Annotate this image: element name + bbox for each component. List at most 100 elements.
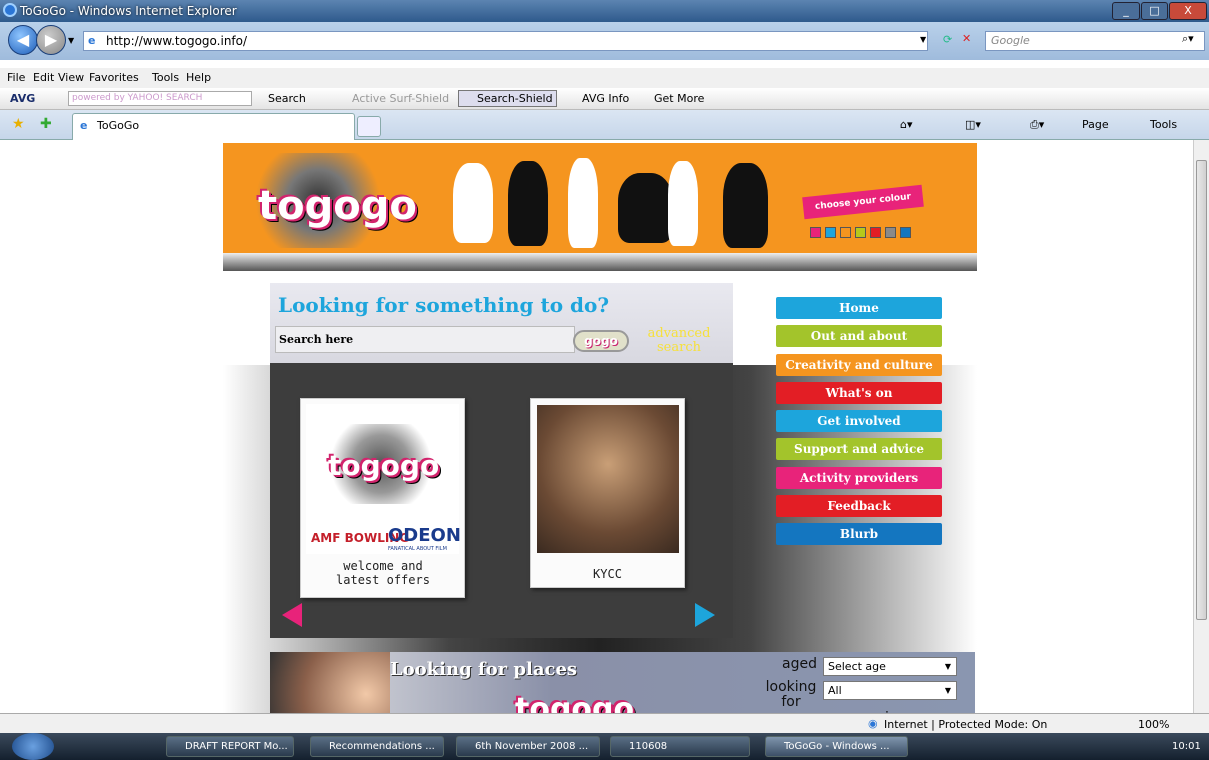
favorites-star-icon[interactable]: ★ [12, 116, 25, 132]
odeon-logo: ODEON [388, 525, 461, 546]
site-search-input[interactable]: Search here [275, 326, 575, 353]
swatch-pink[interactable] [810, 227, 821, 238]
tab-ie-icon: e [80, 119, 88, 132]
offers-card-image: togogo AMF BOWLING ODEON FANATICAL ABOUT… [306, 404, 461, 554]
menu-favorites[interactable]: Favorites [89, 71, 139, 84]
swatch-darkblue[interactable] [900, 227, 911, 238]
kycc-card-caption: KYCC [593, 567, 622, 581]
offers-card[interactable]: togogo AMF BOWLING ODEON FANATICAL ABOUT… [300, 398, 465, 598]
tools-menu[interactable]: Tools [1150, 118, 1177, 131]
odeon-tagline: FANATICAL ABOUT FILM [388, 546, 447, 552]
page-menu[interactable]: Page [1082, 118, 1109, 131]
search-button[interactable]: Search [268, 92, 306, 105]
clock[interactable]: 10:01 [1172, 741, 1201, 752]
places-search-panel: Looking for places togogo aged Select ag… [270, 652, 975, 713]
taskbar-item-6th-november[interactable]: 6th November 2008 ... [456, 736, 600, 757]
nav-get-involved[interactable]: Get involved [776, 410, 942, 432]
panel-header: Looking for something to do? Search here… [270, 283, 733, 363]
nav-creativity[interactable]: Creativity and culture [776, 354, 942, 376]
add-favorites-icon[interactable]: ✚ [40, 116, 52, 132]
search-icon[interactable]: ⌕▾ [1182, 32, 1194, 46]
swatch-red[interactable] [870, 227, 881, 238]
togogo-logo[interactable]: togogo [258, 183, 417, 229]
title-bar: ToGoGo - Windows Internet Explorer _ □ X [0, 0, 1209, 22]
avg-toolbar: AVG powered by YAHOO! SEARCH Search Acti… [0, 88, 1209, 110]
menu-tools[interactable]: Tools [152, 71, 179, 84]
get-more-button[interactable]: Get More [654, 92, 704, 105]
girl-photo [270, 652, 390, 713]
url-dropdown-icon[interactable]: ▼ [920, 35, 926, 44]
chevron-down-icon: ▼ [944, 686, 951, 695]
close-button[interactable]: X [1169, 2, 1207, 20]
nav-feedback-label: Feedback [827, 499, 891, 513]
feeds-icon[interactable]: ◫▾ [965, 118, 981, 131]
stop-icon[interactable]: ✕ [962, 32, 971, 45]
runner-silhouette [568, 158, 598, 248]
nav-get-involved-label: Get involved [817, 414, 901, 428]
taskbar-item-togogo[interactable]: ToGoGo - Windows ... [765, 736, 908, 757]
refresh-icon[interactable]: ⟳ [943, 33, 952, 46]
new-tab-button[interactable] [357, 116, 381, 137]
kycc-photo [537, 405, 679, 553]
nav-home-label: Home [839, 301, 879, 315]
swatch-orange[interactable] [840, 227, 851, 238]
forward-icon[interactable]: ▶ [36, 25, 66, 55]
search-shield-button[interactable]: Search-Shield [458, 90, 557, 107]
nav-blurb[interactable]: Blurb [776, 523, 942, 545]
active-surf-shield-button[interactable]: Active Surf-Shield [352, 92, 449, 105]
prev-arrow-icon[interactable] [282, 603, 302, 627]
avg-logo[interactable]: AVG [10, 92, 35, 105]
tab-label: ToGoGo [97, 119, 140, 132]
kycc-card[interactable]: KYCC [530, 398, 685, 588]
taskbar-item-draft[interactable]: DRAFT REPORT Mo... [166, 736, 294, 757]
print-icon[interactable]: ⎙▾ [1030, 118, 1044, 132]
advanced-search-link[interactable]: advanced search [634, 327, 724, 355]
category-select-value: All [828, 684, 842, 697]
nav-whats-on-label: What's on [825, 386, 893, 400]
page-icon: e [88, 34, 96, 47]
banner-strip [223, 253, 977, 271]
scrollbar-thumb[interactable] [1196, 160, 1207, 620]
next-arrow-icon[interactable] [695, 603, 715, 627]
taskbar-item-110608[interactable]: 110608 [610, 736, 750, 757]
nav-feedback[interactable]: Feedback [776, 495, 942, 517]
nav-home[interactable]: Home [776, 297, 942, 319]
yahoo-search-input[interactable]: powered by YAHOO! SEARCH [68, 91, 252, 106]
tab-togogo[interactable]: e ToGoGo [72, 113, 355, 140]
nav-out-and-about[interactable]: Out and about [776, 325, 942, 347]
swatch-green[interactable] [855, 227, 866, 238]
home-icon[interactable]: ⌂▾ [900, 118, 913, 131]
menu-file[interactable]: File [7, 71, 25, 84]
nav-activity-providers[interactable]: Activity providers [776, 467, 942, 489]
avg-info-button[interactable]: AVG Info [582, 92, 629, 105]
tab-bar: ★ ✚ e ToGoGo ⌂▾ ◫▾ ⎙▾ Page Tools [0, 110, 1209, 140]
start-button[interactable] [12, 733, 54, 760]
menu-bar: File Edit View Favorites Tools Help [0, 68, 1209, 88]
web-content: togogo choose your colour Looking for so… [0, 140, 1193, 713]
menu-help[interactable]: Help [186, 71, 211, 84]
globe-icon: ◉ [868, 717, 878, 730]
places-title: Looking for places [390, 659, 578, 680]
panel-title: Looking for something to do? [278, 293, 610, 317]
vertical-scrollbar[interactable] [1193, 140, 1209, 713]
ie-logo-icon [3, 3, 17, 17]
url-input[interactable]: http://www.togogo.info/ [83, 31, 928, 51]
nav-whats-on[interactable]: What's on [776, 382, 942, 404]
swatch-blue[interactable] [825, 227, 836, 238]
history-dropdown-icon[interactable]: ▼ [68, 36, 74, 45]
maximize-button[interactable]: □ [1141, 2, 1168, 20]
taskbar-item-recommendations[interactable]: Recommendations ... [310, 736, 444, 757]
menu-edit[interactable]: Edit [33, 71, 54, 84]
back-icon[interactable]: ◀ [8, 25, 38, 55]
menu-view[interactable]: View [58, 71, 84, 84]
age-select[interactable]: Select age ▼ [823, 657, 957, 676]
nav-support[interactable]: Support and advice [776, 438, 942, 460]
address-bar-area: ◀ ▶ ▼ http://www.togogo.info/ e ▼ ⟳ ✕ Go… [0, 22, 1209, 60]
swatch-grey[interactable] [885, 227, 896, 238]
category-select[interactable]: All ▼ [823, 681, 957, 700]
zoom-level[interactable]: 100% [1138, 718, 1169, 731]
minimize-button[interactable]: _ [1112, 2, 1140, 20]
window-title: ToGoGo - Windows Internet Explorer [20, 4, 237, 18]
gogo-button[interactable]: gogo [573, 330, 629, 352]
search-input[interactable]: Google [985, 31, 1205, 51]
